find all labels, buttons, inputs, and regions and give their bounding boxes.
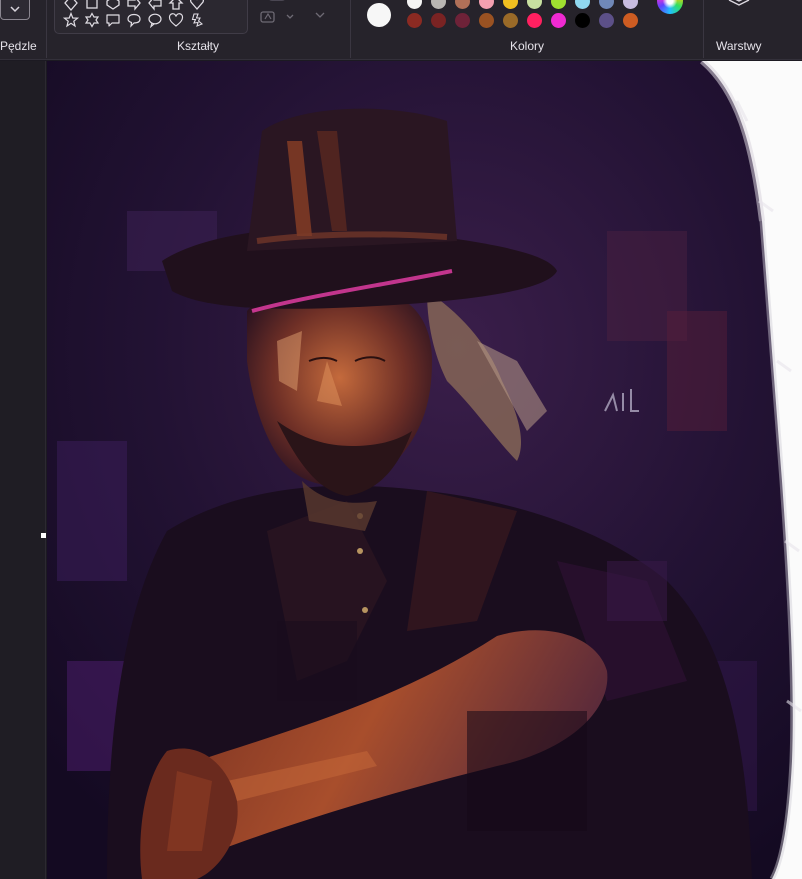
divider <box>703 0 704 58</box>
color-swatch[interactable] <box>527 13 542 28</box>
ribbon-toolbar: Pędzle Kształty Kolory Warstwy <box>0 0 802 60</box>
color-swatch[interactable] <box>599 13 614 28</box>
pentagon-shape-icon[interactable] <box>105 0 121 11</box>
color-swatch[interactable] <box>503 13 518 28</box>
arrow-left-shape-icon[interactable] <box>147 0 163 11</box>
six-point-star-shape-icon[interactable] <box>84 12 100 28</box>
color-swatch[interactable] <box>455 13 470 28</box>
chevron-down-icon <box>10 6 20 13</box>
color-swatch[interactable] <box>431 0 446 9</box>
divider <box>350 0 351 58</box>
painting-artwork <box>47 61 802 879</box>
canvas-resize-handle[interactable] <box>41 533 46 538</box>
color-swatch[interactable] <box>599 0 614 9</box>
speech-bubble-rect-icon[interactable] <box>105 12 121 28</box>
rectangle-shape-icon[interactable] <box>84 0 100 11</box>
color-picker-wheel-icon[interactable] <box>657 0 683 14</box>
shape-outline-dropdown[interactable] <box>259 8 299 31</box>
brushes-dropdown-button[interactable] <box>0 0 30 20</box>
color-swatch[interactable] <box>503 0 518 9</box>
color-swatch[interactable] <box>551 0 566 9</box>
heart-shape-icon[interactable] <box>189 0 205 11</box>
active-color-swatch[interactable] <box>367 3 391 27</box>
heart-outline-shape-icon[interactable] <box>168 12 184 28</box>
color-swatch[interactable] <box>527 0 542 9</box>
shape-fill-dropdown[interactable] <box>314 7 326 25</box>
color-swatch[interactable] <box>575 0 590 9</box>
speech-bubble-round-icon[interactable] <box>126 12 142 28</box>
layers-icon[interactable] <box>726 0 752 8</box>
drawing-canvas[interactable] <box>47 61 802 879</box>
colors-group-label: Kolory <box>510 39 545 53</box>
shapes-gallery-expand-button[interactable] <box>268 0 286 1</box>
star-shape-icon[interactable] <box>63 12 79 28</box>
shapes-group-label: Kształty <box>177 39 220 53</box>
color-swatch[interactable] <box>407 13 422 28</box>
chevron-down-icon <box>315 12 325 18</box>
divider <box>46 0 47 58</box>
shape-outline-icon <box>260 11 294 23</box>
arrow-up-shape-icon[interactable] <box>168 0 184 11</box>
color-swatch[interactable] <box>479 0 494 9</box>
shapes-gallery <box>54 0 286 34</box>
arrow-right-shape-icon[interactable] <box>126 0 142 11</box>
color-swatch[interactable] <box>623 13 638 28</box>
color-swatch[interactable] <box>455 0 470 9</box>
color-swatch[interactable] <box>431 13 446 28</box>
layers-group-label: Warstwy <box>716 39 762 53</box>
diamond-shape-icon[interactable] <box>63 0 79 11</box>
lightning-shape-icon[interactable] <box>189 12 205 28</box>
color-swatch[interactable] <box>479 13 494 28</box>
left-side-panel <box>0 61 46 879</box>
color-swatch[interactable] <box>623 0 638 9</box>
brushes-group-label: Pędzle <box>0 39 37 53</box>
color-swatch[interactable] <box>551 13 566 28</box>
color-swatch[interactable] <box>575 13 590 28</box>
speech-bubble-oval-icon[interactable] <box>147 12 163 28</box>
color-swatch[interactable] <box>407 0 422 9</box>
